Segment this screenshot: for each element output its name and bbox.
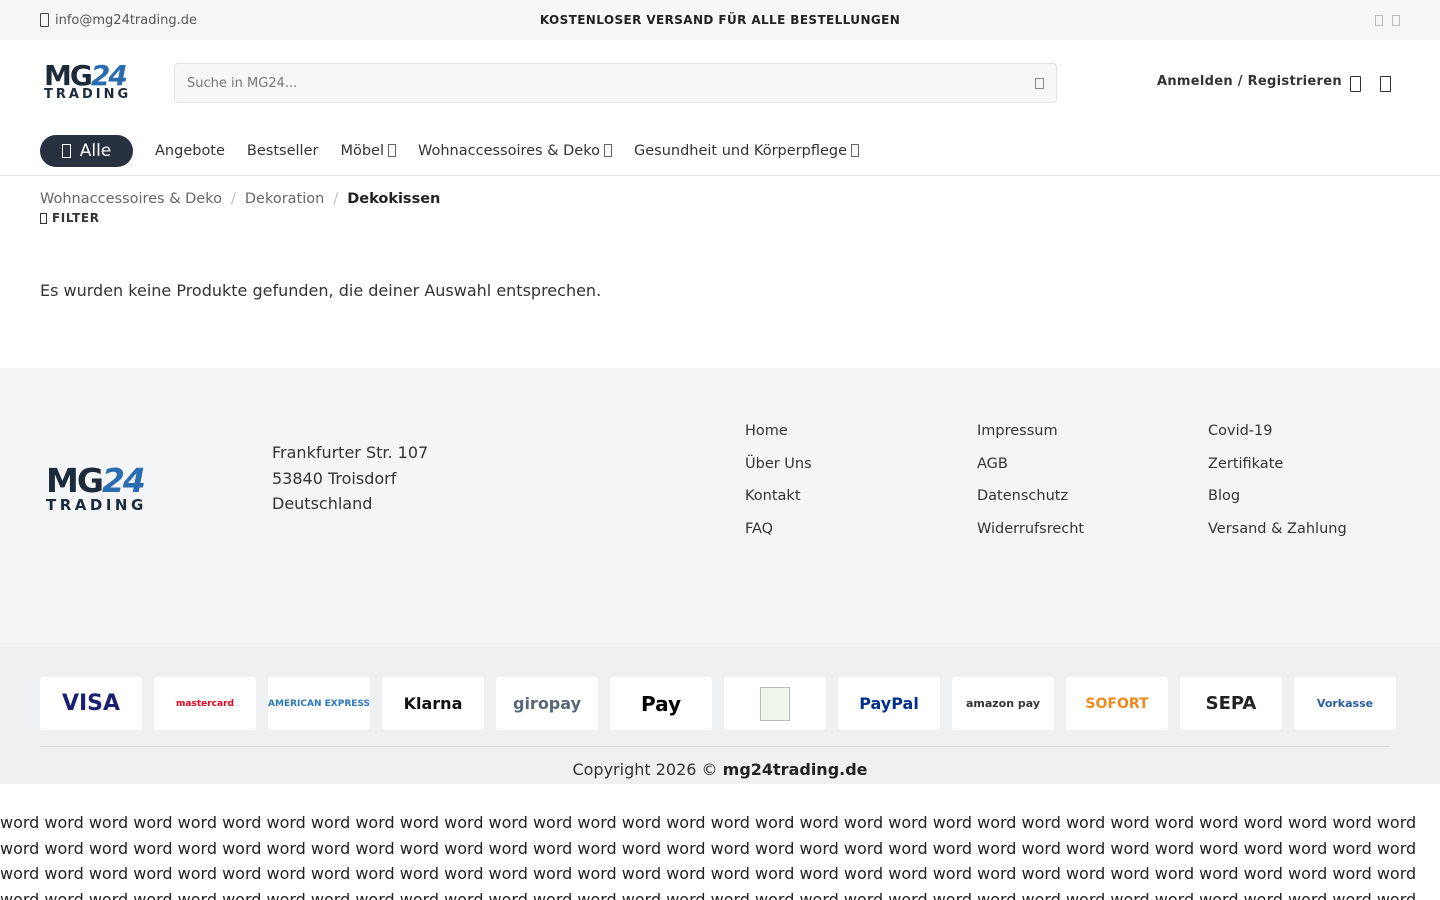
chevron-down-icon [388,144,396,157]
payment-logo-label: giropay [512,694,581,713]
footer-address: Frankfurter Str. 107 53840 Troisdorf Deu… [272,440,428,517]
all-label: Alle [79,140,112,161]
footer-link-kontakt[interactable]: Kontakt [745,485,812,518]
payment-logo [724,677,826,730]
address-line: Deutschland [272,494,373,513]
wishlist-icon[interactable] [1350,76,1361,92]
logo-num: 24 [101,461,146,500]
payment-logo: mastercard [154,677,256,730]
nav-item-angebote[interactable]: Angebote [155,143,225,159]
payment-logo-label: Vorkasse [1316,697,1374,710]
footer-link-versand[interactable]: Versand & Zahlung [1208,518,1347,551]
breadcrumb-separator: / [230,191,236,207]
email-link[interactable]: info@mg24trading.de [40,13,197,28]
payment-logo: giropay [496,677,598,730]
payment-logo: VISA [40,677,142,730]
payment-logo-label: AMERICAN EXPRESS [268,698,370,709]
payment-logo: Pay [610,677,712,730]
logo-sub: TRADING [44,87,132,102]
payment-logo-label: mastercard [176,698,234,709]
payment-logo-label: VISA [61,691,121,716]
nav-label: Wohnaccessoires & Deko [418,142,600,159]
footer-link-zertifikate[interactable]: Zertifikate [1208,453,1347,486]
footer-column: Covid-19 Zertifikate Blog Versand & Zahl… [1208,420,1347,551]
address-line: Frankfurter Str. 107 [272,443,429,462]
email-text: info@mg24trading.de [55,12,197,28]
payment-logo: Klarna [382,677,484,730]
copyright-prefix: Copyright 2026 © [572,760,718,779]
footer: MG24 TRADING Frankfurter Str. 107 53840 … [0,368,1440,647]
copyright-site: mg24trading.de [722,760,868,779]
nav-item-bestseller[interactable]: Bestseller [247,143,319,159]
footer-link-faq[interactable]: FAQ [745,518,812,551]
nav-label: Bestseller [246,142,319,159]
social-links [1375,14,1400,26]
payment-logo-label: PayPal [859,694,919,713]
all-categories-button[interactable]: Alle [40,134,133,167]
footer-column: Impressum AGB Datenschutz Widerrufsrecht [977,420,1084,551]
footer-link-covid[interactable]: Covid-19 [1208,420,1347,453]
nav-item-gesundheit[interactable]: Gesundheit und Körperpflege [634,143,859,159]
nav-label: Möbel [340,142,384,159]
footer-link-datenschutz[interactable]: Datenschutz [977,485,1084,518]
footer-link-impressum[interactable]: Impressum [977,420,1084,453]
footer-link-home[interactable]: Home [745,420,812,453]
filler-text: word word word word word word word word … [0,813,1417,900]
nav-label: Gesundheit und Körperpflege [633,142,847,159]
no-results-message: Es wurden keine Produkte gefunden, die d… [40,281,602,300]
nav-item-moebel[interactable]: Möbel [340,143,396,159]
copyright: Copyright 2026 © mg24trading.de [0,760,1440,779]
payment-logo: SOFORT [1066,677,1168,730]
cart-icon[interactable] [1380,76,1391,92]
search-input[interactable] [187,75,1035,91]
payment-logo-label: SEPA [1205,693,1257,714]
footer-column: Home Über Uns Kontakt FAQ [745,420,812,551]
filter-icon [40,212,47,224]
payment-logo: SEPA [1180,677,1282,730]
payment-logo: amazon pay [952,677,1054,730]
top-bar: info@mg24trading.de KOSTENLOSER VERSAND … [0,0,1440,40]
facebook-icon[interactable] [1375,14,1383,26]
footer-link-ueber-uns[interactable]: Über Uns [745,453,812,486]
site-logo[interactable]: MG24 TRADING [40,59,140,107]
shipping-promo: KOSTENLOSER VERSAND FÜR ALLE BESTELLUNGE… [539,13,901,27]
payment-logo-label: Klarna [403,694,463,713]
breadcrumb-item[interactable]: Wohnaccessoires & Deko [40,191,222,207]
search-icon[interactable] [1035,77,1044,89]
footer-divider [40,746,1390,747]
breadcrumb-item[interactable]: Dekoration [245,191,324,207]
footer-logo[interactable]: MG24 TRADING [44,464,168,516]
address-line: 53840 Troisdorf [272,468,397,488]
payment-logo: PayPal [838,677,940,730]
breadcrumb-current: Dekokissen [347,191,441,207]
instagram-icon[interactable] [1392,14,1400,26]
filter-button[interactable]: FILTER [40,211,1400,225]
logo-sub: TRADING [46,496,147,514]
payment-logo-label: SOFORT [1085,695,1149,712]
chevron-down-icon [603,144,612,157]
search-bar [174,63,1057,103]
payment-section: VISA mastercard AMERICAN EXPRESS Klarna giro… [0,647,1440,784]
payment-logo: AMERICAN EXPRESS [268,677,370,730]
payment-logo-label: amazon pay [965,697,1041,710]
site-header: MG24 TRADING Anmelden / Registrieren [0,40,1440,126]
footer-link-blog[interactable]: Blog [1208,485,1347,518]
payment-logo-label [760,686,790,721]
payment-logos: VISA mastercard AMERICAN EXPRESS Klarna giro… [40,677,1396,730]
logo-mg: MG [46,461,104,500]
menu-icon [61,143,71,158]
breadcrumb: Wohnaccessoires & Deko / Dekoration / De… [0,176,1440,207]
nav-label: Angebote [155,142,225,159]
chevron-down-icon [851,144,859,157]
mail-icon [40,13,49,27]
footer-link-widerrufsrecht[interactable]: Widerrufsrecht [977,518,1084,551]
payment-logo: Vorkasse [1294,677,1396,730]
breadcrumb-separator: / [333,191,339,207]
login-register-link[interactable]: Anmelden / Registrieren [1157,74,1342,89]
footer-link-agb[interactable]: AGB [977,453,1084,486]
main-nav: Alle Angebote Bestseller Möbel Wohnacces… [0,126,1440,176]
filter-label: FILTER [52,211,100,225]
nav-item-wohnaccessoires[interactable]: Wohnaccessoires & Deko [418,143,612,159]
payment-logo-label: Pay [640,691,682,716]
